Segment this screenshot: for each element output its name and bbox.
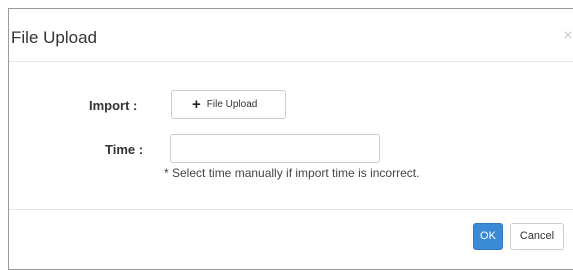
- import-label: Import :: [89, 98, 138, 113]
- file-upload-button[interactable]: + File Upload: [171, 90, 286, 119]
- close-icon[interactable]: ×: [560, 26, 573, 46]
- time-help-text: * Select time manually if import time is…: [164, 166, 420, 180]
- background-page: [0, 0, 573, 8]
- dialog-footer-divider: [9, 209, 573, 211]
- ok-button[interactable]: OK: [473, 223, 503, 250]
- file-upload-button-label: File Upload: [206, 99, 258, 110]
- time-input[interactable]: [170, 134, 380, 163]
- cancel-button[interactable]: Cancel: [510, 223, 564, 250]
- file-upload-dialog: File Upload × Import : + File Upload Tim…: [8, 8, 573, 270]
- time-label: Time :: [105, 142, 144, 157]
- dialog-title: File Upload: [11, 28, 97, 47]
- plus-icon: +: [192, 96, 201, 113]
- dialog-header: File Upload ×: [9, 9, 573, 62]
